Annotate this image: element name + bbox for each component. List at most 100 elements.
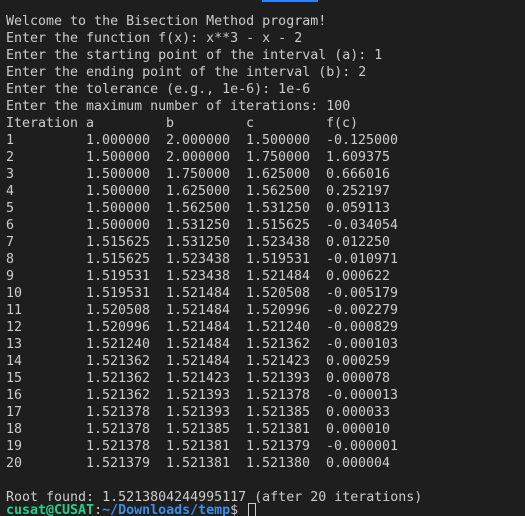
cell-a: 1.515625 — [86, 235, 151, 250]
output-line-function: Enter the function f(x): x**3 - x - 2 — [6, 31, 303, 46]
cell-fc: -0.002279 — [326, 303, 399, 318]
cell-b: 1.521484 — [166, 303, 231, 318]
output-line-start-point: Enter the starting point of the interval… — [6, 48, 383, 63]
cell-a: 1.520508 — [86, 303, 151, 318]
cell-a: 1.519531 — [86, 269, 151, 284]
cell-c: 1.520996 — [246, 303, 311, 318]
cell-c: 1.521362 — [246, 337, 311, 352]
cell-a: 1.520996 — [86, 320, 151, 335]
cell-b: 1.521484 — [166, 354, 231, 369]
table-row: 14 1.521362 1.521484 1.521423 0.000259 — [6, 353, 525, 370]
cell-a: 1.521362 — [86, 371, 151, 386]
cell-b: 1.625000 — [166, 184, 231, 199]
cell-b: 1.562500 — [166, 201, 231, 216]
cell-fc: 0.666016 — [326, 167, 391, 182]
table-row: 18 1.521378 1.521385 1.521381 0.000010 — [6, 421, 525, 438]
cell-a: 1.500000 — [86, 167, 151, 182]
cell-c: 1.519531 — [246, 252, 311, 267]
cell-b: 2.000000 — [166, 150, 231, 165]
text-cursor — [248, 503, 257, 516]
cell-fc: -0.000001 — [326, 439, 399, 454]
cell-b: 1.521393 — [166, 405, 231, 420]
cell-a: 1.500000 — [86, 184, 151, 199]
cell-a: 1.500000 — [86, 150, 151, 165]
cell-iteration: 14 — [6, 354, 23, 369]
cell-c: 1.531250 — [246, 201, 311, 216]
cell-a: 1.500000 — [86, 218, 151, 233]
cell-iteration: 2 — [6, 150, 15, 165]
table-row: 12 1.520996 1.521484 1.521240 -0.000829 — [6, 319, 525, 336]
table-row: 13 1.521240 1.521484 1.521362 -0.000103 — [6, 336, 525, 353]
cell-fc: 0.000259 — [326, 354, 391, 369]
cell-c: 1.521378 — [246, 388, 311, 403]
cell-a: 1.521378 — [86, 439, 151, 454]
cell-fc: 0.252197 — [326, 184, 391, 199]
header-a: a — [86, 116, 95, 131]
cell-fc: -0.010971 — [326, 252, 399, 267]
cell-fc: 0.059113 — [326, 201, 391, 216]
cell-fc: -0.034054 — [326, 218, 399, 233]
header-c: c — [246, 116, 255, 131]
cell-iteration: 1 — [6, 133, 15, 148]
cell-fc: -0.125000 — [326, 133, 399, 148]
table-header: Iteration a b c f(c) — [6, 115, 525, 132]
cell-c: 1.523438 — [246, 235, 311, 250]
active-tab-indicator — [262, 0, 318, 2]
cell-iteration: 15 — [6, 371, 23, 386]
cell-a: 1.519531 — [86, 286, 151, 301]
cell-b: 1.521484 — [166, 286, 231, 301]
table-body: 1 1.000000 2.000000 1.500000 -0.125000 2 1.500… — [6, 132, 525, 472]
table-row: 4 1.500000 1.625000 1.562500 0.252197 — [6, 183, 525, 200]
cell-iteration: 3 — [6, 167, 15, 182]
cell-fc: -0.005179 — [326, 286, 399, 301]
output-line-max-iterations: Enter the maximum number of iterations: … — [6, 99, 351, 114]
prompt-dollar: $ — [230, 503, 247, 516]
output-line-welcome: Welcome to the Bisection Method program! — [6, 14, 327, 29]
cell-c: 1.521393 — [246, 371, 311, 386]
table-row: 15 1.521362 1.521423 1.521393 0.000078 — [6, 370, 525, 387]
cell-c: 1.562500 — [246, 184, 311, 199]
prompt-path: ~/Downloads/temp — [102, 503, 231, 516]
cell-iteration: 7 — [6, 235, 15, 250]
header-fc: f(c) — [326, 116, 359, 131]
table-row: 16 1.521362 1.521393 1.521378 -0.000013 — [6, 387, 525, 404]
cell-b: 1.521484 — [166, 320, 231, 335]
cell-iteration: 10 — [6, 286, 23, 301]
table-row: 10 1.519531 1.521484 1.520508 -0.005179 — [6, 285, 525, 302]
table-row: 17 1.521378 1.521393 1.521385 0.000033 — [6, 404, 525, 421]
table-row: 3 1.500000 1.750000 1.625000 0.666016 — [6, 166, 525, 183]
cell-a: 1.500000 — [86, 201, 151, 216]
cell-b: 1.750000 — [166, 167, 231, 182]
cell-a: 1.521379 — [86, 456, 151, 471]
cell-fc: 0.012250 — [326, 235, 391, 250]
cell-b: 1.521484 — [166, 337, 231, 352]
cell-b: 1.523438 — [166, 252, 231, 267]
cell-iteration: 20 — [6, 456, 23, 471]
cell-b: 1.521393 — [166, 388, 231, 403]
table-row: 11 1.520508 1.521484 1.520996 -0.002279 — [6, 302, 525, 319]
cell-b: 1.521423 — [166, 371, 231, 386]
cell-c: 1.520508 — [246, 286, 311, 301]
cell-b: 1.531250 — [166, 218, 231, 233]
table-row: 6 1.500000 1.531250 1.515625 -0.034054 — [6, 217, 525, 234]
cell-fc: 0.000078 — [326, 371, 391, 386]
cell-fc: -0.000103 — [326, 337, 399, 352]
cell-c: 1.515625 — [246, 218, 311, 233]
cell-b: 1.531250 — [166, 235, 231, 250]
table-row: 7 1.515625 1.531250 1.523438 0.012250 — [6, 234, 525, 251]
cell-c: 1.625000 — [246, 167, 311, 182]
cell-fc: 0.000622 — [326, 269, 391, 284]
cell-fc: 0.000010 — [326, 422, 391, 437]
cell-c: 1.521385 — [246, 405, 311, 420]
terminal-window[interactable]: Welcome to the Bisection Method program!… — [0, 0, 525, 516]
cell-a: 1.521378 — [86, 422, 151, 437]
cell-c: 1.750000 — [246, 150, 311, 165]
cell-iteration: 16 — [6, 388, 23, 403]
cell-b: 1.521381 — [166, 456, 231, 471]
cell-b: 1.523438 — [166, 269, 231, 284]
cell-fc: 1.609375 — [326, 150, 391, 165]
cell-a: 1.521362 — [86, 388, 151, 403]
table-row: 2 1.500000 2.000000 1.750000 1.609375 — [6, 149, 525, 166]
cell-iteration: 8 — [6, 252, 15, 267]
cell-iteration: 17 — [6, 405, 23, 420]
